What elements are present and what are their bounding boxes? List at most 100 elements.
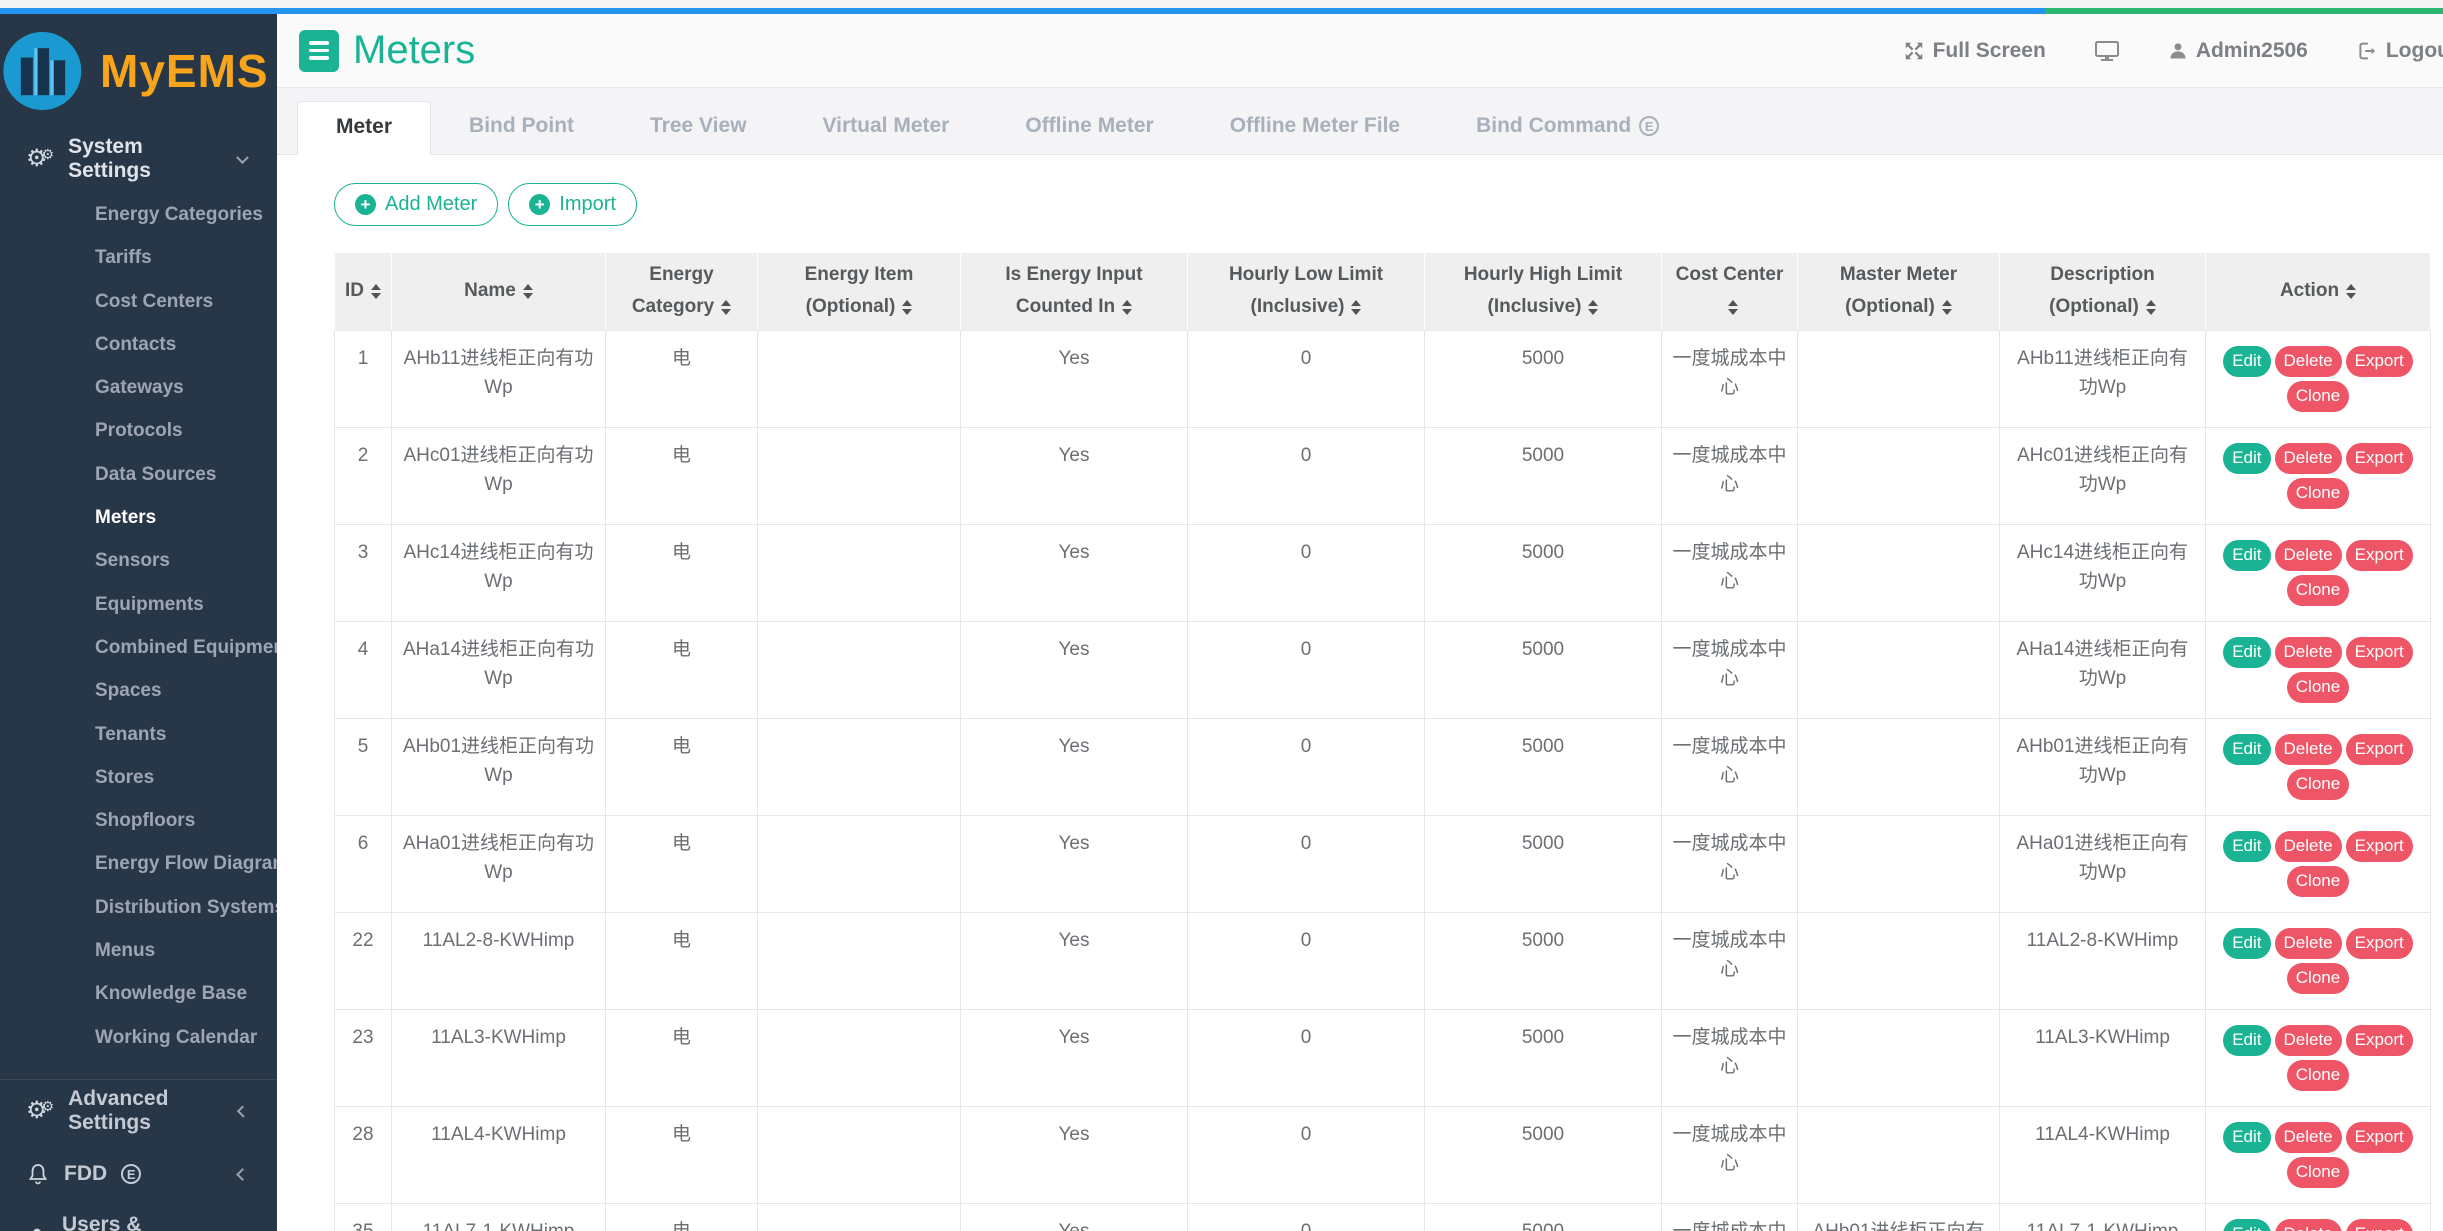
sidebar-item-contacts[interactable]: Contacts — [0, 323, 277, 366]
column-header-energy-category[interactable]: Energy Category — [606, 253, 758, 331]
column-header-cost-center[interactable]: Cost Center — [1662, 253, 1798, 331]
edit-button[interactable]: Edit — [2223, 346, 2270, 377]
delete-button[interactable]: Delete — [2275, 540, 2342, 571]
sidebar-item-menus[interactable]: Menus — [0, 929, 277, 972]
sidebar-item-sensors[interactable]: Sensors — [0, 539, 277, 582]
display-mode-button[interactable] — [2094, 39, 2120, 63]
sidebar-item-shopfloors[interactable]: Shopfloors — [0, 799, 277, 842]
clone-button[interactable]: Clone — [2287, 672, 2349, 703]
delete-button[interactable]: Delete — [2275, 831, 2342, 862]
clone-button[interactable]: Clone — [2287, 866, 2349, 897]
cell-hourly-low: 0 — [1188, 524, 1425, 621]
logo[interactable]: MyEMS — [0, 14, 277, 124]
column-header-hourly-low-limit[interactable]: Hourly Low Limit (Inclusive) — [1188, 253, 1425, 331]
delete-button[interactable]: Delete — [2275, 1219, 2342, 1231]
cell-energy-category: 电 — [606, 524, 758, 621]
delete-button[interactable]: Delete — [2275, 443, 2342, 474]
edit-button[interactable]: Edit — [2223, 1122, 2270, 1153]
full-screen-button[interactable]: Full Screen — [1903, 39, 2046, 63]
tab-offline-meter[interactable]: Offline Meter — [987, 101, 1191, 154]
sidebar-section-users-privileges[interactable]: Users & Privileges — [0, 1206, 277, 1231]
export-button[interactable]: Export — [2346, 1025, 2413, 1056]
add-meter-button[interactable]: + Add Meter — [334, 183, 498, 226]
sidebar-item-tariffs[interactable]: Tariffs — [0, 236, 277, 279]
export-button[interactable]: Export — [2346, 928, 2413, 959]
clone-button[interactable]: Clone — [2287, 381, 2349, 412]
clone-button[interactable]: Clone — [2287, 575, 2349, 606]
sidebar-item-energy-flow-diagrams[interactable]: Energy Flow Diagrams — [0, 842, 277, 885]
sidebar-item-spaces[interactable]: Spaces — [0, 669, 277, 712]
export-button[interactable]: Export — [2346, 831, 2413, 862]
column-header-action[interactable]: Action — [2206, 253, 2431, 331]
sidebar-item-stores[interactable]: Stores — [0, 756, 277, 799]
cell-hourly-high: 5000 — [1425, 621, 1662, 718]
edit-button[interactable]: Edit — [2223, 928, 2270, 959]
sidebar-item-data-sources[interactable]: Data Sources — [0, 453, 277, 496]
export-button[interactable]: Export — [2346, 734, 2413, 765]
import-button[interactable]: + Import — [508, 183, 637, 226]
column-header-name[interactable]: Name — [392, 253, 606, 331]
cell-energy-item — [758, 718, 961, 815]
edit-button[interactable]: Edit — [2223, 443, 2270, 474]
sidebar-item-working-calendar[interactable]: Working Calendar — [0, 1016, 277, 1059]
clone-button[interactable]: Clone — [2287, 478, 2349, 509]
sidebar-item-equipments[interactable]: Equipments — [0, 583, 277, 626]
column-header-is-counted[interactable]: Is Energy Input Counted In — [961, 253, 1188, 331]
clone-button[interactable]: Clone — [2287, 1157, 2349, 1188]
delete-button[interactable]: Delete — [2275, 346, 2342, 377]
sidebar-section-system-settings[interactable]: ⚙⚙ System Settings — [0, 134, 277, 184]
column-header-description[interactable]: Description (Optional) — [2000, 253, 2206, 331]
tab-bind-point[interactable]: Bind Point — [431, 101, 612, 154]
edit-button[interactable]: Edit — [2223, 831, 2270, 862]
cell-description: 11AL3-KWHimp — [2000, 1009, 2206, 1106]
sidebar-item-cost-centers[interactable]: Cost Centers — [0, 280, 277, 323]
delete-button[interactable]: Delete — [2275, 734, 2342, 765]
column-header-hourly-high-limit[interactable]: Hourly High Limit (Inclusive) — [1425, 253, 1662, 331]
edit-button[interactable]: Edit — [2223, 637, 2270, 668]
column-header-id[interactable]: ID — [335, 253, 392, 331]
table-row: 4AHa14进线柜正向有功Wp电Yes05000一度城成本中心AHa14进线柜正… — [335, 621, 2431, 718]
edit-button[interactable]: Edit — [2223, 1025, 2270, 1056]
logout-button[interactable]: Logout — [2356, 39, 2443, 63]
main-area: Meters Full Screen — [277, 14, 2443, 1231]
sidebar-section-advanced-settings[interactable]: ⚙⚙ Advanced Settings — [0, 1080, 277, 1143]
delete-button[interactable]: Delete — [2275, 637, 2342, 668]
delete-button[interactable]: Delete — [2275, 1122, 2342, 1153]
chevron-down-icon — [236, 151, 249, 164]
export-button[interactable]: Export — [2346, 637, 2413, 668]
export-button[interactable]: Export — [2346, 443, 2413, 474]
edit-button[interactable]: Edit — [2223, 734, 2270, 765]
delete-button[interactable]: Delete — [2275, 928, 2342, 959]
sidebar-item-protocols[interactable]: Protocols — [0, 409, 277, 452]
export-button[interactable]: Export — [2346, 1219, 2413, 1231]
column-header-master-meter[interactable]: Master Meter (Optional) — [1798, 253, 2000, 331]
sidebar-item-tenants[interactable]: Tenants — [0, 713, 277, 756]
export-button[interactable]: Export — [2346, 346, 2413, 377]
sidebar-item-energy-categories[interactable]: Energy Categories — [0, 193, 277, 236]
column-header-energy-item[interactable]: Energy Item (Optional) — [758, 253, 961, 331]
tab-virtual-meter[interactable]: Virtual Meter — [785, 101, 988, 154]
sidebar-item-gateways[interactable]: Gateways — [0, 366, 277, 409]
export-button[interactable]: Export — [2346, 540, 2413, 571]
tab-bind-command[interactable]: Bind CommandE — [1438, 101, 1697, 154]
tab-meter[interactable]: Meter — [297, 101, 431, 155]
sidebar-toggle-button[interactable] — [299, 30, 339, 72]
clone-button[interactable]: Clone — [2287, 769, 2349, 800]
clone-button[interactable]: Clone — [2287, 1060, 2349, 1091]
sidebar-item-distribution-systems[interactable]: Distribution Systems — [0, 886, 277, 929]
sidebar-item-combined-equipments[interactable]: Combined Equipments — [0, 626, 277, 669]
edit-button[interactable]: Edit — [2223, 1219, 2270, 1231]
export-button[interactable]: Export — [2346, 1122, 2413, 1153]
tab-offline-meter-file[interactable]: Offline Meter File — [1192, 101, 1438, 154]
edit-button[interactable]: Edit — [2223, 540, 2270, 571]
sidebar-section-fdd[interactable]: FDD E — [0, 1143, 277, 1206]
advanced-settings-label: Advanced Settings — [68, 1087, 225, 1135]
sidebar-item-meters[interactable]: Meters — [0, 496, 277, 539]
clone-button[interactable]: Clone — [2287, 963, 2349, 994]
column-label: Name — [464, 280, 516, 301]
delete-button[interactable]: Delete — [2275, 1025, 2342, 1056]
user-menu[interactable]: Admin2506 — [2168, 39, 2308, 63]
sort-icon — [1942, 300, 1952, 315]
sidebar-item-knowledge-base[interactable]: Knowledge Base — [0, 972, 277, 1015]
tab-tree-view[interactable]: Tree View — [612, 101, 785, 154]
